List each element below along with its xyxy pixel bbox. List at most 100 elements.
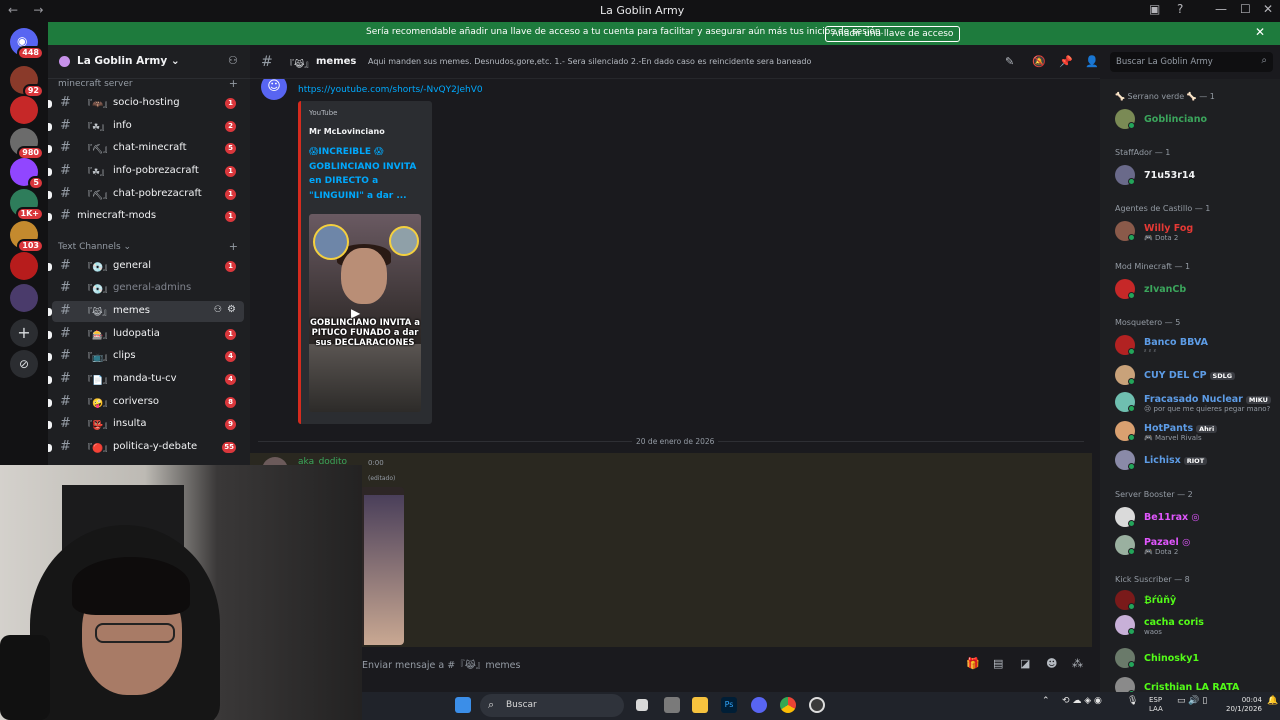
add-passkey-button[interactable]: Añadir una llave de acceso [825,26,961,42]
help-icon[interactable]: ? [1177,2,1183,16]
channel-item-insulta[interactable]: # 『👺』 insulta 9 [48,414,244,435]
member-item[interactable]: zIvanCb [1114,278,1280,302]
video-attachment[interactable] [360,487,404,645]
gear-icon[interactable]: ⚙ [227,304,236,315]
sticker-icon[interactable]: ◪ [1020,657,1030,670]
member-item[interactable]: cacha coris waos [1114,614,1280,638]
member-name: Cristhian LA RATA [1144,682,1239,692]
message-list[interactable]: ☺ https://youtube.com/shorts/-NvQY2JehV0… [250,79,1092,647]
mic-tray-icon[interactable]: 🎙 [1127,696,1138,706]
maximize-button[interactable]: ☐ [1240,2,1251,16]
channel-item-politica-y-debate[interactable]: # 『🔴』 politica-y-debate 55 [48,437,244,458]
notification-icon[interactable]: 🔔 [1267,696,1278,706]
member-name-text: ₿ŕûňŷ [1144,595,1177,606]
member-item[interactable]: CUY DEL CP SDLG [1114,364,1280,388]
message-input[interactable]: Enviar mensaje a #『😹』memes 🎁 ▤ ◪ ☻ ⁂ [250,649,1100,679]
nav-arrows[interactable]: ← → [8,3,43,17]
tray-chevron-icon[interactable]: ⌃ [1042,696,1050,706]
server-icon[interactable]: 5 [10,158,44,190]
chrome-icon[interactable] [780,697,796,713]
member-item[interactable]: 71u53r14 [1114,164,1280,188]
channel-item-memes[interactable]: # 『😹』 memes ⚇ ⚙ [48,301,244,322]
close-button[interactable]: ✕ [1263,2,1273,16]
bot-avatar[interactable]: ☺ [261,79,287,100]
discord-taskbar-icon[interactable] [751,697,767,713]
member-item[interactable]: HotPants Ahri 🎮 Marvel Rivals [1114,420,1280,444]
language-indicator[interactable]: ESP LAA [1149,696,1163,714]
member-item[interactable]: Fracasado Nuclear MIKU 😢 por que me quiere… [1114,391,1280,415]
channel-item-minecraft-mods[interactable]: # minecraft-mods 1 [48,206,244,227]
add-server-icon[interactable]: + [10,319,38,347]
channel-item-info-pobrezacraft[interactable]: # 『☘』 info-pobrezacraft 1 [48,161,244,182]
tray-apps-icon[interactable]: ⟲ ☁ ◈ ◉ [1062,696,1102,706]
member-item[interactable]: Be11rax ◎ [1114,506,1280,530]
emoji-icon[interactable]: ☻ [1046,657,1057,670]
category-label[interactable]: minecraft server [58,79,133,89]
hash-icon: # [60,163,71,178]
channel-emoji: 『💿』 [83,285,113,295]
photoshop-icon[interactable]: Ps [721,697,737,713]
banner-close-icon[interactable]: ✕ [1255,25,1265,39]
channel-item-chat-pobrezacraft[interactable]: # 『⛏』 chat-pobrezacraft 1 [48,184,244,205]
server-icon[interactable]: 1K+ [10,189,44,221]
member-item[interactable]: Chinosky1 [1114,647,1280,671]
create-channel-icon[interactable]: + [229,77,238,90]
invite-icon[interactable]: ⚇ [214,305,222,315]
obs-icon[interactable] [809,697,825,713]
channel-item-manda-tu-cv[interactable]: # 『📄』 manda-tu-cv 4 [48,369,244,390]
start-icon[interactable] [455,697,471,713]
channel-item-coriverso[interactable]: # 『🤪』 coriverso 8 [48,392,244,413]
gift-icon[interactable]: 🎁 [966,657,980,670]
file-explorer-icon[interactable] [692,697,708,713]
search-input[interactable]: Buscar La Goblin Army ⌕ [1110,52,1273,72]
direct-messages-button[interactable]: ◉ 448 [10,28,44,60]
member-item[interactable]: Cristhian LA RATA [1114,676,1280,692]
gif-icon[interactable]: ▤ [993,657,1003,670]
channel-item-ludopatia[interactable]: # 『🎰』 ludopatia 1 [48,324,244,345]
create-channel-icon[interactable]: + [229,240,238,253]
member-list-icon[interactable]: 👤 [1085,55,1099,68]
member-item[interactable]: Willy Fog 🎮 Dota 2 [1114,220,1280,244]
apps-icon[interactable]: ⁂ [1072,657,1083,670]
add-member-icon[interactable]: ⚇ [228,54,238,67]
channel-item-general[interactable]: # 『💿』 general 1 [48,256,244,277]
inbox-icon[interactable]: ▣ [1149,2,1160,16]
pin-icon[interactable]: 📌 [1059,55,1073,68]
server-icon[interactable] [10,96,38,124]
channel-item-info[interactable]: # 『☘』 info 2 [48,116,244,137]
video-thumbnail[interactable]: ▶ GOBLINCIANO INVITA a PITUCO FUNADO a d… [309,214,421,412]
app-icon[interactable] [664,697,680,713]
status-indicator [1128,405,1135,412]
mention-badge: 4 [225,351,236,362]
channel-topic[interactable]: Aqui manden sus memes. Desnudos,gore,etc… [368,57,811,66]
server-icon[interactable]: 92 [10,66,44,98]
member-item[interactable]: Pazael ◎ 🎮 Dota 2 [1114,534,1280,558]
guild-header[interactable]: La Goblin Army ⌄ ⚇ [48,45,250,79]
member-name-text: zIvanCb [1144,284,1187,295]
channel-item-socio-hosting[interactable]: # 『🦇』 socio-hosting 1 [48,93,244,114]
minimize-button[interactable]: — [1215,2,1227,16]
clock[interactable]: 00:04 20/1/2026 [1226,696,1262,714]
channel-item-general-admins[interactable]: # 『💿』 general-admins [52,278,244,299]
member-item[interactable]: Lichisx RIOT [1114,449,1280,473]
member-item[interactable]: Goblinciano [1114,108,1280,132]
discover-icon[interactable]: ⊘ [10,350,38,378]
server-icon[interactable]: 980 [10,128,44,160]
message-link[interactable]: https://youtube.com/shorts/-NvQY2JehV0 [298,85,483,95]
task-view-icon[interactable] [636,699,648,711]
server-icon[interactable] [10,284,38,312]
server-icon[interactable]: 103 [10,221,44,253]
embed-title[interactable]: 😱INCREIBLE 😱 GOBLINCIANO INVITA en DIREC… [309,145,425,203]
server-icon[interactable] [10,252,38,280]
member-item[interactable]: ₿ŕûňŷ [1114,589,1280,613]
network-sound-icon[interactable]: ▭ 🔊 ▯ [1177,696,1207,706]
notification-bell-icon[interactable]: 🔕 [1032,55,1046,68]
channel-item-chat-minecraft[interactable]: # 『⛏』 chat-minecraft 5 [48,138,244,159]
taskbar-search[interactable]: ⌕ Buscar [480,694,624,717]
lang-label: ESP [1149,696,1163,704]
category-label[interactable]: Text Channels ⌄ [58,242,131,252]
member-item[interactable]: Banco BBVA ᶻ ᶻ ᶻ [1114,334,1280,358]
threads-icon[interactable]: ✎ [1005,55,1017,68]
channel-item-clips[interactable]: # 『📺』 clips 4 [48,346,244,367]
embed-author[interactable]: Mr McLovinciano [309,127,385,136]
